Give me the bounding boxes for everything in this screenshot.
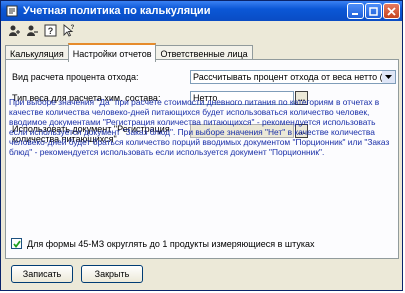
- waste-calc-select[interactable]: Рассчитывать процент отхода от веса нетт…: [190, 70, 396, 84]
- minimize-icon: [352, 12, 358, 15]
- svg-text:?: ?: [70, 25, 74, 31]
- round-items-checkbox[interactable]: [11, 238, 22, 249]
- close-button[interactable]: Закрыть: [81, 265, 143, 283]
- report-settings-panel: Вид расчета процента отхода: Рассчитыват…: [5, 59, 399, 259]
- toolbar: ? ?: [1, 21, 402, 39]
- person-remove-icon[interactable]: [25, 23, 39, 37]
- help-icon[interactable]: ?: [43, 23, 57, 37]
- check-icon: [12, 240, 21, 248]
- chevron-down-icon: [385, 75, 392, 79]
- waste-calc-label: Вид расчета процента отхода:: [12, 72, 139, 82]
- info-text: При выборе значения "Да" при расчете сто…: [9, 97, 390, 157]
- maximize-button[interactable]: [365, 3, 382, 19]
- close-icon: [387, 6, 396, 16]
- pointer-help-icon[interactable]: ?: [61, 23, 75, 37]
- maximize-icon: [369, 6, 378, 16]
- app-window: Учетная политика по калькуляции ? ? Каль…: [0, 0, 403, 291]
- tab-bar: Калькуляция Настройки отчетов Ответствен…: [5, 43, 253, 62]
- window-title: Учетная политика по калькуляции: [23, 5, 211, 17]
- save-button[interactable]: Записать: [11, 265, 73, 283]
- title-bar[interactable]: Учетная политика по калькуляции: [1, 1, 402, 21]
- close-window-button[interactable]: [383, 3, 400, 19]
- round-items-checkbox-row[interactable]: Для формы 45-МЗ округлять до 1 продукты …: [11, 238, 315, 249]
- waste-calc-value: Рассчитывать процент отхода от веса нетт…: [193, 72, 391, 82]
- tab-report-settings[interactable]: Настройки отчетов: [67, 43, 157, 62]
- dropdown-button[interactable]: [382, 71, 395, 83]
- svg-text:?: ?: [47, 26, 53, 36]
- minimize-button[interactable]: [347, 3, 364, 19]
- person-add-icon[interactable]: [7, 23, 21, 37]
- app-icon: [5, 4, 19, 18]
- round-items-label: Для формы 45-МЗ округлять до 1 продукты …: [27, 238, 315, 249]
